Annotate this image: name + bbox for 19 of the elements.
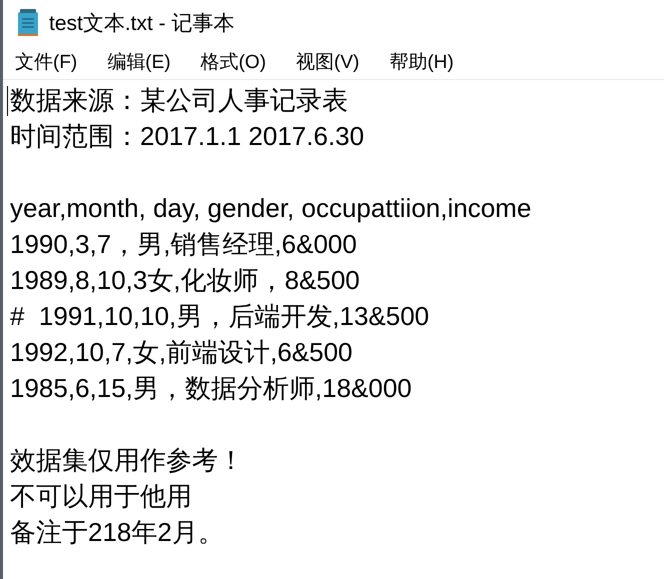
text-line: 不可以用于他用 — [10, 481, 192, 511]
menu-item[interactable]: 文件(F) — [9, 49, 92, 75]
menu-item[interactable]: 格式(O) — [194, 49, 280, 75]
text-line: 时间范围：2017.1.1 2017.6.30 — [10, 121, 364, 151]
menu-item[interactable]: 帮助(H) — [383, 49, 468, 75]
text-caret — [7, 86, 8, 116]
text-line: 1989,8,10,3女,化妆师，8&500 — [10, 265, 360, 295]
text-line: # 1991,10,10,男，后端开发,13&500 — [10, 301, 430, 331]
text-line: 1990,3,7，男,销售经理,6&000 — [10, 229, 357, 259]
menu-item[interactable]: 视图(V) — [290, 49, 374, 75]
window-title: test文本.txt - 记事本 — [49, 10, 235, 36]
menu-item[interactable]: 编辑(E) — [101, 49, 185, 75]
notepad-icon — [17, 8, 39, 36]
text-line: 1992,10,7,女,前端设计,6&500 — [10, 337, 353, 367]
text-line: year,month, day, gender, occupattiion,income — [10, 193, 532, 223]
text-line: 效据集仅用作参考！ — [10, 445, 244, 475]
text-line: 备注于218年2月。 — [10, 517, 224, 547]
text-line: 1985,6,15,男，数据分析师,18&000 — [10, 373, 412, 403]
text-line: 数据来源：某公司人事记录表 — [10, 85, 348, 115]
